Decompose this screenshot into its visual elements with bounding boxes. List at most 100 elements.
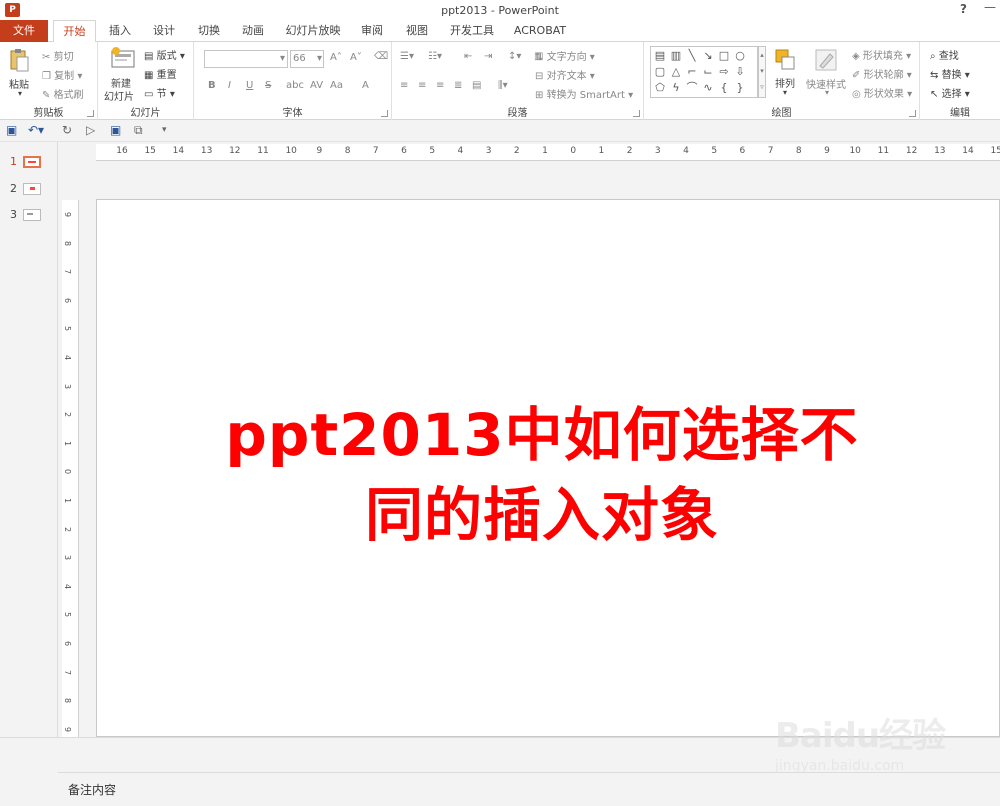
change-case-button[interactable]: Aa (330, 80, 343, 91)
gallery-scroll-icon[interactable]: ▴ ▾ ▿ (758, 46, 766, 98)
layout-button[interactable]: ▤ 版式 ▾ (144, 47, 185, 63)
freeform-shape-icon[interactable]: ϟ (669, 81, 683, 94)
help-button[interactable]: ? (960, 2, 967, 16)
oval-shape-icon[interactable]: ○ (733, 49, 747, 62)
notes-placeholder: 备注内容 (68, 783, 117, 797)
paragraph-launcher[interactable] (633, 110, 640, 117)
character-spacing-button[interactable]: AV (310, 80, 323, 91)
tab-developer[interactable]: 开发工具 (446, 20, 498, 42)
cut-button[interactable]: ✂ 剪切 (42, 48, 74, 64)
slide-thumbnail-3[interactable] (23, 209, 41, 221)
font-color-button[interactable]: A (362, 80, 369, 91)
right-arrow-shape-icon[interactable]: ⇨ (717, 65, 731, 78)
clear-format-icon[interactable]: ⌫ (374, 51, 388, 62)
minimize-button[interactable]: — (984, 0, 996, 14)
format-painter-button[interactable]: ✎ 格式刷 (42, 86, 84, 102)
font-name-combo[interactable]: ▾ (204, 50, 288, 68)
new-slide-icon[interactable] (110, 46, 136, 72)
shape-effects-button[interactable]: ◎ 形状效果 ▾ (852, 85, 912, 101)
paste-dropdown-icon[interactable]: ▾ (18, 89, 22, 98)
redo-icon[interactable]: ↻ (62, 123, 72, 137)
new-slide-label-2[interactable]: 幻灯片 (104, 88, 134, 103)
elbow-arrow-shape-icon[interactable]: ⌙ (701, 65, 715, 78)
align-text-button[interactable]: ⊟ 对齐文本 ▾ (535, 67, 595, 83)
find-button[interactable]: ⌕ 查找 (930, 47, 959, 63)
smartart-button[interactable]: ⊞ 转换为 SmartArt ▾ (535, 86, 633, 102)
section-button[interactable]: ▭ 节 ▾ (144, 85, 175, 101)
slide-thumbnail-1[interactable] (23, 156, 41, 168)
font-launcher[interactable] (381, 110, 388, 117)
increase-indent-icon[interactable]: ⇥ (484, 51, 492, 62)
font-size-combo[interactable]: 66 ▾ (290, 50, 324, 68)
justify-icon[interactable]: ≣ (454, 80, 462, 91)
shape-outline-button[interactable]: ✐ 形状轮廓 ▾ (852, 66, 912, 82)
decrease-indent-icon[interactable]: ⇤ (464, 51, 472, 62)
columns-dropdown-icon[interactable]: ⫼▾ (498, 80, 508, 91)
customize-qat-icon[interactable]: ▾ (162, 125, 167, 135)
textbox-shape-icon[interactable]: ▤ (653, 49, 667, 62)
slide-title[interactable]: ppt2013中如何选择不 同的插入对象 (217, 395, 867, 555)
grow-font-icon[interactable]: A˄ (330, 52, 342, 63)
elbow-connector-shape-icon[interactable]: ⌐ (685, 65, 699, 78)
tab-view[interactable]: 视图 (401, 20, 433, 42)
line-spacing-icon[interactable]: ↕▾ (508, 51, 521, 62)
distribute-icon[interactable]: ▤ (472, 80, 481, 91)
align-right-icon[interactable]: ≡ (436, 80, 444, 91)
strikethrough-button[interactable]: S (265, 80, 271, 91)
numbering-icon[interactable]: ☷▾ (428, 51, 442, 62)
right-brace-shape-icon[interactable]: } (733, 81, 747, 94)
bold-button[interactable]: B (208, 80, 216, 91)
italic-button[interactable]: I (228, 80, 231, 91)
shape-fill-button[interactable]: ◈ 形状填充 ▾ (852, 47, 911, 63)
rounded-rect-shape-icon[interactable]: ▢ (653, 65, 667, 78)
arc-shape-icon[interactable]: ∿ (701, 81, 715, 94)
tab-insert[interactable]: 插入 (104, 20, 136, 42)
copy-button[interactable]: ❐ 复制 ▾ (42, 67, 82, 83)
save-icon[interactable]: ▣ (6, 123, 17, 137)
undo-icon[interactable]: ↶▾ (28, 123, 44, 137)
tab-animations[interactable]: 动画 (237, 20, 269, 42)
tab-transitions[interactable]: 切换 (193, 20, 225, 42)
pentagon-shape-icon[interactable]: ⬠ (653, 81, 667, 94)
paste-icon[interactable] (8, 48, 30, 74)
clipboard-launcher[interactable] (87, 110, 94, 117)
underline-button[interactable]: U (246, 80, 253, 91)
vruler-tick-label: 8 (63, 240, 73, 246)
select-button[interactable]: ↖ 选择 ▾ (930, 85, 970, 101)
curve-shape-icon[interactable]: ⌒ (685, 81, 699, 94)
text-direction-button[interactable]: ⇅ 文字方向 ▾ (535, 48, 595, 64)
shrink-font-icon[interactable]: A˅ (350, 52, 362, 63)
touch-mode-icon[interactable]: ⧉ (134, 123, 143, 138)
start-slideshow-icon[interactable]: ▷ (86, 123, 95, 137)
tab-acrobat[interactable]: ACROBAT (512, 20, 568, 42)
vertical-textbox-shape-icon[interactable]: ▥ (669, 49, 683, 62)
down-arrow-shape-icon[interactable]: ⇩ (733, 65, 747, 78)
drawing-launcher[interactable] (909, 110, 916, 117)
replace-button[interactable]: ⇆ 替换 ▾ (930, 66, 970, 82)
tab-home[interactable]: 开始 (53, 20, 96, 43)
quick-styles-dropdown-icon[interactable]: ▾ (825, 88, 829, 97)
tab-review[interactable]: 审阅 (356, 20, 388, 42)
arrange-dropdown-icon[interactable]: ▾ (783, 88, 787, 97)
bullets-icon[interactable]: ☰▾ (400, 51, 414, 62)
quick-styles-icon[interactable] (814, 48, 838, 74)
tab-design[interactable]: 设计 (148, 20, 180, 42)
left-brace-shape-icon[interactable]: { (717, 81, 731, 94)
align-center-icon[interactable]: ≡ (418, 80, 426, 91)
tab-slideshow[interactable]: 幻灯片放映 (283, 20, 343, 42)
arrange-icon[interactable] (774, 48, 796, 74)
slide-thumbnail-2[interactable] (23, 183, 41, 195)
tab-file[interactable]: 文件 (0, 20, 48, 42)
shapes-gallery[interactable]: ▤ ▥ ╲ ↘ □ ○ ▢ △ ⌐ ⌙ ⇨ ⇩ ⬠ ϟ ⌒ ∿ { } (650, 46, 758, 98)
line-shape-icon[interactable]: ╲ (685, 49, 699, 62)
triangle-shape-icon[interactable]: △ (669, 65, 683, 78)
shadow-button[interactable]: abc (286, 80, 304, 91)
rectangle-shape-icon[interactable]: □ (717, 49, 731, 62)
align-left-icon[interactable]: ≡ (400, 80, 408, 91)
save-as-icon[interactable]: ▣ (110, 123, 121, 137)
hruler-tick-label: 15 (990, 146, 1000, 156)
slide-canvas[interactable]: ppt2013中如何选择不 同的插入对象 (96, 199, 1000, 737)
reset-button[interactable]: ▦ 重置 (144, 66, 177, 82)
text-direction-icon: ⇅ (535, 51, 544, 63)
arrow-line-shape-icon[interactable]: ↘ (701, 49, 715, 62)
